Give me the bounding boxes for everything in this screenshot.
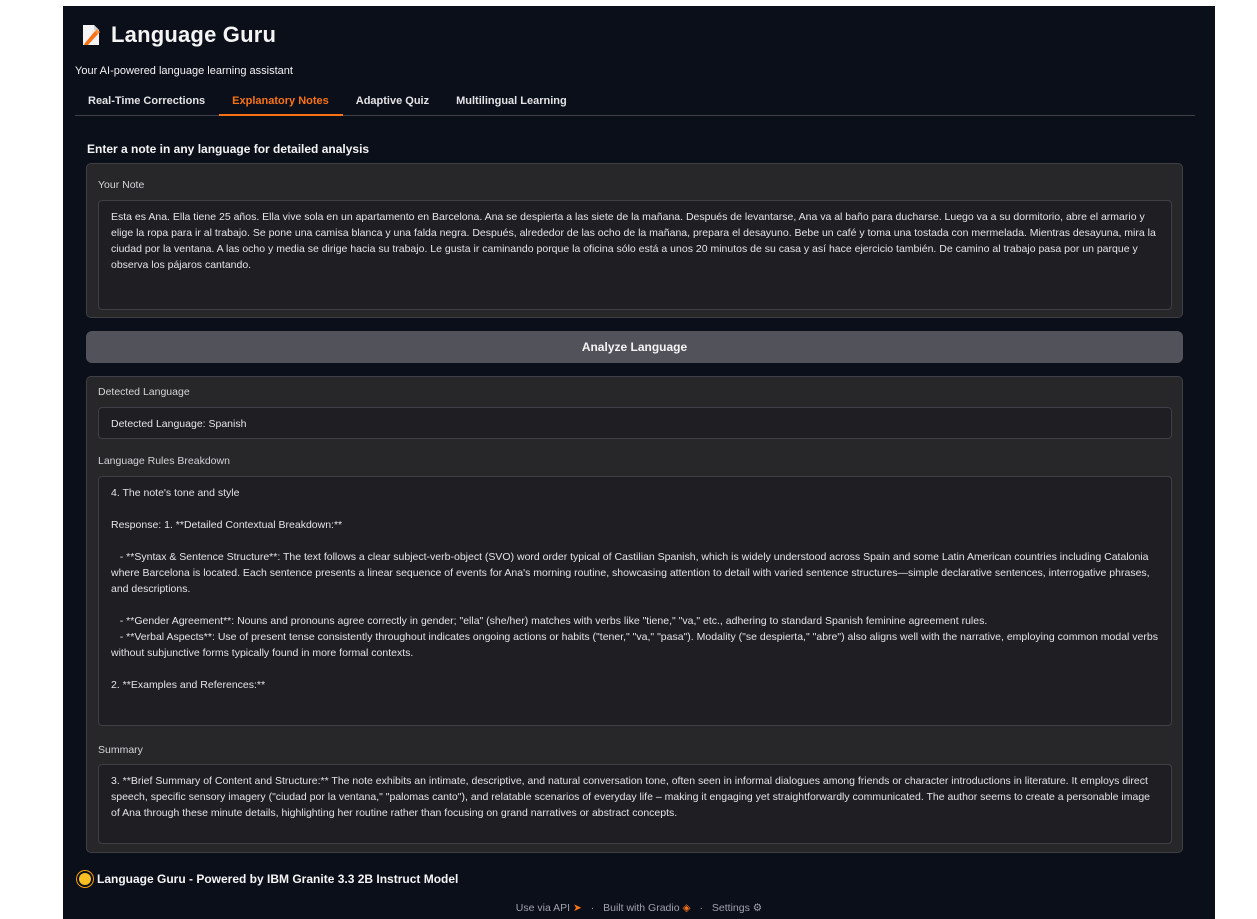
rocket-icon: ➤ bbox=[572, 902, 582, 914]
summary-label: Summary bbox=[98, 744, 143, 756]
tab-explanatory-notes[interactable]: Explanatory Notes bbox=[219, 90, 343, 116]
separator: · bbox=[699, 902, 704, 914]
footer-title-text: Language Guru - Powered by IBM Granite 3… bbox=[97, 872, 459, 886]
tab-real-time-corrections[interactable]: Real-Time Corrections bbox=[75, 90, 219, 116]
detected-language-field[interactable]: Detected Language: Spanish bbox=[98, 407, 1172, 439]
tab-bar: Real-Time Corrections Explanatory Notes … bbox=[75, 90, 1195, 116]
results-panel: Detected Language Detected Language: Spa… bbox=[86, 376, 1183, 853]
gradio-link-text: Built with Gradio bbox=[603, 902, 680, 914]
tab-multilingual-learning[interactable]: Multilingual Learning bbox=[443, 90, 581, 116]
footer-links: Use via API ➤ · Built with Gradio ◈ · Se… bbox=[63, 902, 1215, 914]
rules-paragraph: 4. The note's tone and style bbox=[111, 487, 240, 499]
tab-adaptive-quiz[interactable]: Adaptive Quiz bbox=[343, 90, 443, 116]
detected-language-label: Detected Language bbox=[98, 386, 190, 398]
section-title: Enter a note in any language for detaile… bbox=[87, 142, 370, 156]
footer-title: Language Guru - Powered by IBM Granite 3… bbox=[79, 872, 458, 886]
gradio-link[interactable]: Built with Gradio ◈ bbox=[603, 902, 693, 914]
separator: · bbox=[590, 902, 595, 914]
summary-textarea[interactable]: 3. **Brief Summary of Content and Struct… bbox=[98, 764, 1172, 844]
analyze-language-button[interactable]: Analyze Language bbox=[86, 331, 1183, 363]
app-container: Language Guru Your AI-powered language l… bbox=[63, 6, 1215, 919]
rules-paragraph: - **Gender Agreement**: Nouns and pronou… bbox=[111, 615, 1158, 659]
settings-link[interactable]: Settings ⚙ bbox=[712, 902, 762, 914]
gear-icon: ⚙ bbox=[752, 902, 763, 914]
app-header: Language Guru bbox=[81, 20, 276, 50]
note-label: Your Note bbox=[98, 179, 145, 191]
api-link[interactable]: Use via API ➤ bbox=[516, 902, 585, 914]
rules-paragraph: - **Syntax & Sentence Structure**: The t… bbox=[111, 551, 1153, 595]
rules-textarea[interactable]: 4. The note's tone and style Response: 1… bbox=[98, 476, 1172, 726]
note-panel: Your Note Esta es Ana. Ella tiene 25 año… bbox=[86, 163, 1183, 318]
gradio-logo-icon: ◈ bbox=[682, 902, 691, 914]
memo-icon bbox=[81, 24, 101, 46]
app-subtitle: Your AI-powered language learning assist… bbox=[75, 65, 293, 77]
api-link-text: Use via API bbox=[515, 902, 571, 914]
rules-paragraph: Response: 1. **Detailed Contextual Break… bbox=[111, 519, 343, 531]
app-title: Language Guru bbox=[111, 22, 277, 47]
sun-icon bbox=[79, 873, 91, 885]
rules-label: Language Rules Breakdown bbox=[98, 455, 230, 467]
rules-paragraph: 2. **Examples and References:** bbox=[111, 679, 266, 691]
note-textarea[interactable]: Esta es Ana. Ella tiene 25 años. Ella vi… bbox=[98, 200, 1172, 310]
settings-link-text: Settings bbox=[711, 902, 750, 914]
